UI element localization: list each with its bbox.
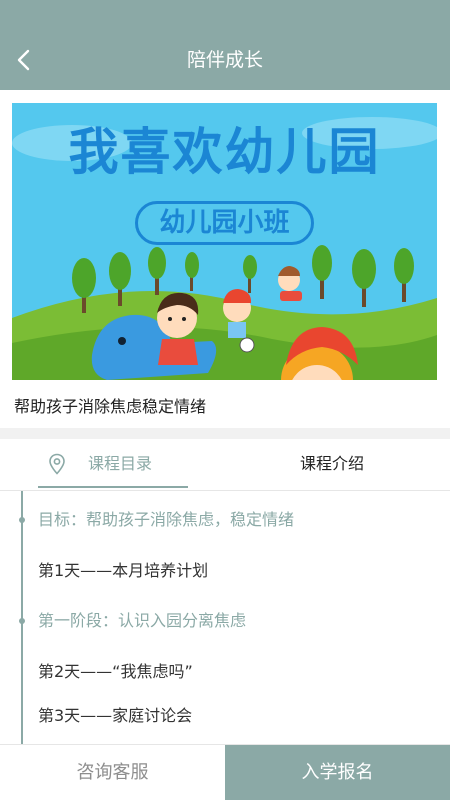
course-banner: 我喜欢幼儿园 幼儿园小班	[12, 103, 437, 380]
catalog-stage-1: 第一阶段：认识入园分离焦虑	[38, 611, 247, 630]
catalog-stage-goal: 目标：帮助孩子消除焦虑，稳定情绪	[38, 510, 295, 529]
banner-headline: 我喜欢幼儿园	[68, 123, 381, 181]
section-divider	[0, 428, 450, 439]
course-title: 帮助孩子消除焦虑稳定情绪	[14, 397, 207, 416]
banner-subtitle: 幼儿园小班	[135, 201, 314, 245]
consult-button[interactable]: 咨询客服	[0, 745, 225, 800]
tab-catalog[interactable]: 课程目录	[38, 439, 188, 491]
timeline-dot	[19, 618, 25, 624]
tab-intro[interactable]: 课程介绍	[300, 451, 364, 477]
catalog-day-3[interactable]: 第3天——家庭讨论会	[38, 704, 192, 728]
app-header: 陪伴成长	[0, 0, 450, 90]
timeline-dot	[19, 517, 25, 523]
catalog-day-1[interactable]: 第1天——本月培养计划	[38, 559, 208, 583]
page-title: 陪伴成长	[186, 49, 263, 71]
active-tab-indicator	[38, 486, 188, 488]
bottom-action-bar: 咨询客服 入学报名	[0, 744, 450, 800]
enroll-button[interactable]: 入学报名	[225, 745, 450, 800]
catalog-day-2[interactable]: 第2天——“我焦虑吗”	[38, 660, 193, 684]
location-pin-icon	[48, 453, 66, 475]
tab-catalog-label: 课程目录	[88, 454, 153, 473]
course-tabs: 课程目录 课程介绍	[0, 439, 450, 491]
